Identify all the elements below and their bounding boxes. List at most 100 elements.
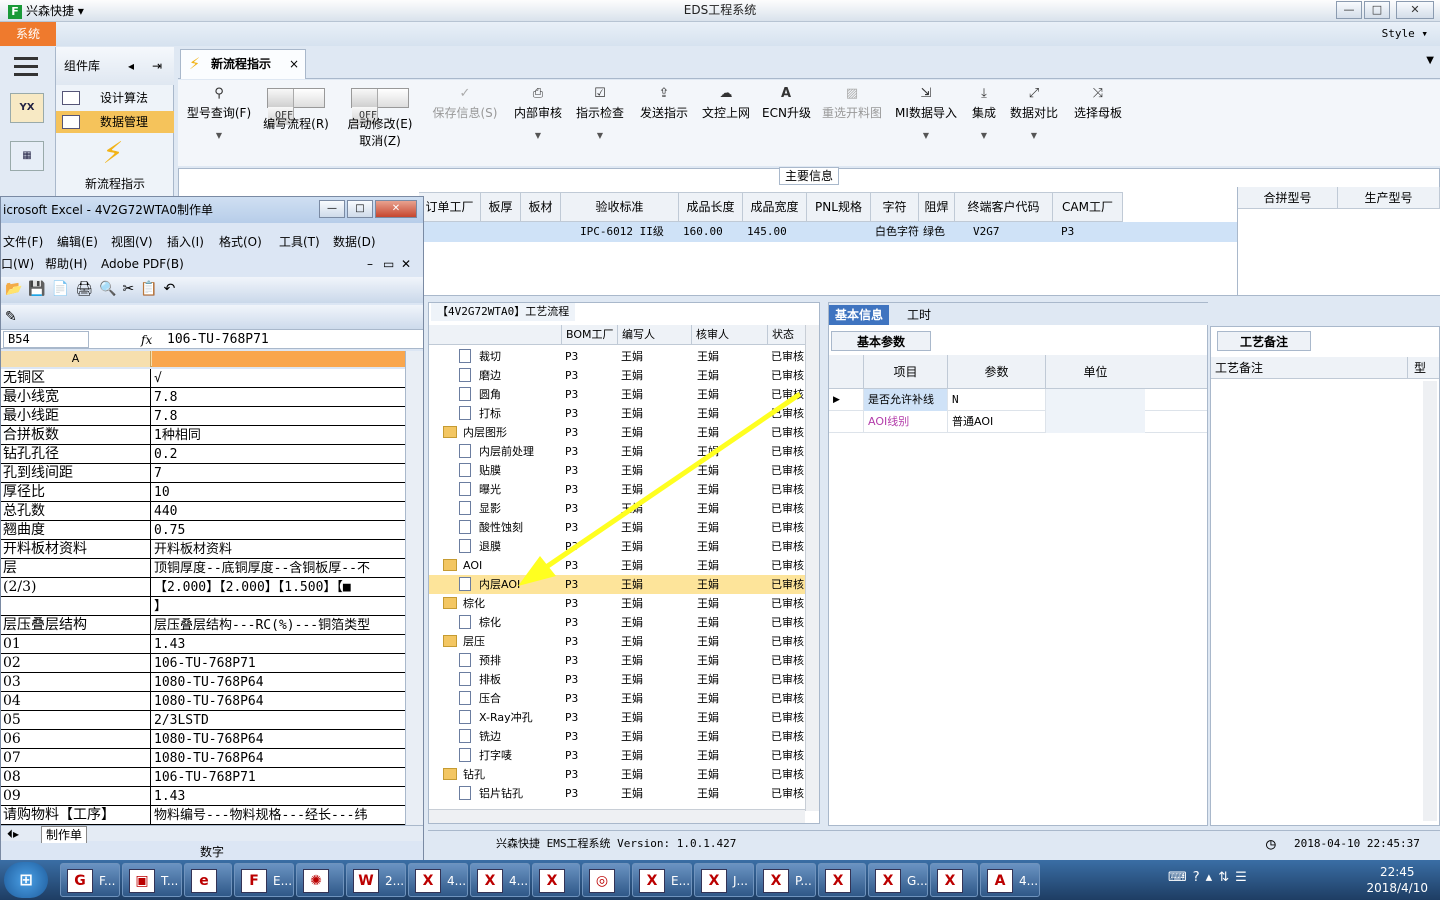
excel-cell-b[interactable]: 106-TU-768P71 [154,654,404,672]
basic-param-row[interactable]: ▶ 是否允许补线 N [829,389,1207,411]
excel-cell-b[interactable]: 物料编号---物料规格---经长---纬 [154,806,404,824]
start-modify-toggle[interactable]: OFF 启动修改(E) 取消(Z) [344,84,416,154]
col-writer[interactable]: 编写人 [617,325,691,345]
col-order-factory[interactable]: 订单工厂 [419,193,481,221]
yx-module-icon[interactable]: YX [10,93,44,123]
save-info-button[interactable]: ✓ 保存信息(S) [430,84,500,154]
excel-cell-b[interactable]: 1080-TU-768P64 [154,692,404,710]
excel-cell-a[interactable]: 孔到线间距 [3,464,151,482]
excel-cell-b[interactable]: 1.43 [154,635,404,653]
excel-row[interactable]: 层压叠层结构 层压叠层结构---RC(%)---铜箔类型 [1,616,405,635]
excel-cell-b[interactable]: 106-TU-768P71 [154,768,404,786]
excel-row[interactable]: 开料板材资料 开料板材资料 [1,540,405,559]
excel-row[interactable]: 】 [1,597,405,616]
excel-row[interactable]: 翘曲度 0.75 [1,521,405,540]
excel-menu-window[interactable]: 口(W) [1,253,34,275]
reselect-cut-image-button[interactable]: ▨ 重选开料图 [820,84,884,154]
excel-cell-a[interactable]: 03 [3,673,151,691]
excel-cell-b[interactable]: 开料板材资料 [154,540,404,558]
taskbar-item[interactable]: X [818,863,866,897]
basic-param-row[interactable]: AOI线别 普通AOI [829,411,1207,433]
excel-minimize-button[interactable]: — [319,200,345,218]
taskbar-item[interactable]: A 4... [980,863,1040,897]
excel-menu-tools[interactable]: 工具(T) [279,231,320,253]
excel-row[interactable]: 合拼板数 1种相同 [1,426,405,445]
model-query-button[interactable]: ⚲ 型号查询(F) ▼ [184,84,254,154]
excel-menu-help[interactable]: 帮助(H) [45,253,87,275]
tab-close-icon[interactable]: × [289,50,299,78]
excel-cell-a[interactable]: 层压叠层结构 [3,616,151,634]
col-reviewer[interactable]: 核审人 [691,325,767,345]
excel-menu-insert[interactable]: 插入(I) [167,231,204,253]
style-menu[interactable]: Style ▾ [1382,25,1428,43]
excel-cell-b[interactable]: 440 [154,502,404,520]
process-row[interactable]: 铣边 P3 王娟 王娟 已审核 [429,727,805,746]
excel-doc-minimize-icon[interactable]: – [367,253,373,275]
excel-cell-b[interactable]: √ [154,369,404,387]
excel-formula-value[interactable]: 106-TU-768P71 [167,330,269,350]
excel-cell-a[interactable]: 层 [3,559,151,577]
excel-cell-a[interactable]: 01 [3,635,151,653]
excel-cell-b[interactable]: 【2.000】【2.000】【1.500】【■ [154,578,404,596]
excel-maximize-button[interactable]: □ [347,200,373,218]
col-acceptance-standard[interactable]: 验收标准 [561,193,679,221]
excel-cell-a[interactable]: 翘曲度 [3,521,151,539]
excel-row[interactable]: 总孔数 440 [1,502,405,521]
excel-cell-b[interactable]: 1种相同 [154,426,404,444]
excel-column-a[interactable]: A [1,351,151,367]
taskbar-item[interactable]: ✺ [296,863,344,897]
excel-column-b[interactable] [152,351,405,367]
excel-menu-file[interactable]: 文件(F) [3,231,43,253]
excel-name-box[interactable]: B54 [3,331,89,348]
col-status[interactable]: 状态 [767,325,807,345]
excel-row[interactable]: 09 1.43 [1,787,405,806]
excel-cell-a[interactable]: 06 [3,730,151,748]
fx-icon[interactable]: fx [141,330,152,350]
excel-row[interactable]: 04 1080-TU-768P64 [1,692,405,711]
excel-cell-b[interactable]: 0.75 [154,521,404,539]
process-row[interactable]: 压合 P3 王娟 王娟 已审核 [429,689,805,708]
process-horizontal-scrollbar[interactable] [429,809,805,823]
instruction-check-button[interactable]: ☑ 指示检查 ▼ [574,84,626,154]
taskbar-item[interactable]: X E... [632,863,692,897]
process-row[interactable]: 排板 P3 王娟 王娟 已审核 [429,670,805,689]
taskbar-item[interactable]: e [184,863,232,897]
excel-cell-a[interactable]: 05 [3,711,151,729]
col-merge-model[interactable]: 合拼型号 [1238,187,1338,209]
excel-row[interactable]: (2/3) 【2.000】【2.000】【1.500】【■ [1,578,405,597]
maximize-button[interactable]: □ [1364,1,1390,19]
tab-new-flow[interactable]: ⚡ 新流程指示 × [180,49,306,79]
excel-cell-b[interactable]: 7 [154,464,404,482]
tab-basic-params[interactable]: 基本参数 [831,331,931,351]
process-row[interactable]: 钻孔 P3 王娟 王娟 已审核 [429,765,805,784]
write-flow-toggle[interactable]: OFF 编写流程(R) [260,84,332,154]
excel-cell-b[interactable]: 】 [154,597,404,615]
excel-cell-b[interactable]: 0.2 [154,445,404,463]
excel-vertical-scrollbar[interactable] [405,351,423,825]
process-row[interactable]: X-Ray冲孔 P3 王娟 王娟 已审核 [429,708,805,727]
excel-format-icon[interactable]: ✎ [5,309,17,325]
ecn-upgrade-button[interactable]: A ECN升级 [762,84,811,154]
excel-row[interactable]: 07 1080-TU-768P64 [1,749,405,768]
excel-cell-a[interactable]: 09 [3,787,151,805]
taskbar-item[interactable]: X 4... [470,863,530,897]
mi-data-import-button[interactable]: ⇲ MI数据导入 ▼ [894,84,958,154]
excel-row[interactable]: 请购物料【工序】 物料编号---物料规格---经长---纬 [1,806,405,825]
excel-cell-b[interactable]: 层压叠层结构---RC(%)---铜箔类型 [154,616,404,634]
excel-cell-b[interactable]: 7.8 [154,407,404,425]
hamburger-menu-icon[interactable] [14,57,38,77]
excel-cell-a[interactable]: 厚径比 [3,483,151,501]
remarks-scrollbar[interactable] [1423,381,1437,821]
process-row[interactable]: 裁切 P3 王娟 王娟 已审核 [429,347,805,366]
taskbar-item[interactable]: X J... [694,863,754,897]
system-menu-button[interactable]: 系统 [0,22,56,46]
tab-work-hours[interactable]: 工时 [901,305,937,325]
taskbar-item[interactable]: G F... [60,863,120,897]
send-instruction-button[interactable]: ⇪ 发送指示 [638,84,690,154]
excel-doc-close-icon[interactable]: ✕ [401,253,411,275]
close-button[interactable]: ✕ [1396,1,1434,19]
excel-cell-b[interactable]: 7.8 [154,388,404,406]
minimize-button[interactable]: — [1336,1,1362,19]
excel-row[interactable]: 02 106-TU-768P71 [1,654,405,673]
excel-cell-b[interactable]: 1080-TU-768P64 [154,673,404,691]
